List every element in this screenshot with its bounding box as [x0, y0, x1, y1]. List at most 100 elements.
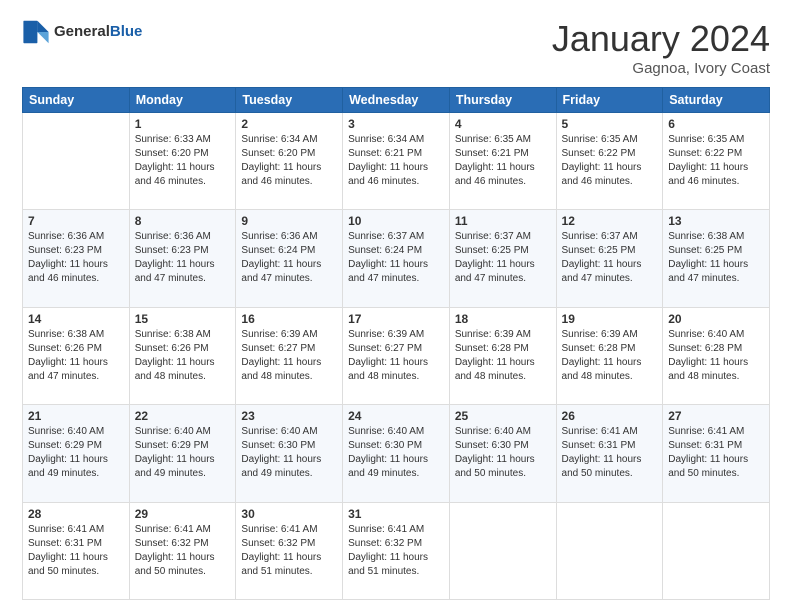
day-number: 8 — [135, 214, 231, 228]
day-number: 15 — [135, 312, 231, 326]
logo-text: GeneralBlue — [54, 23, 142, 41]
day-info: Sunrise: 6:36 AM Sunset: 6:24 PM Dayligh… — [241, 230, 337, 286]
day-number: 26 — [562, 409, 658, 423]
day-info: Sunrise: 6:40 AM Sunset: 6:29 PM Dayligh… — [28, 425, 124, 481]
day-number: 28 — [28, 507, 124, 521]
day-number: 25 — [455, 409, 551, 423]
calendar-table: Sunday Monday Tuesday Wednesday Thursday… — [22, 87, 770, 600]
calendar-cell: 25 Sunrise: 6:40 AM Sunset: 6:30 PM Dayli… — [449, 405, 556, 502]
day-number: 14 — [28, 312, 124, 326]
day-info: Sunrise: 6:41 AM Sunset: 6:31 PM Dayligh… — [562, 425, 658, 481]
weekday-thursday: Thursday — [449, 88, 556, 113]
calendar-cell: 30 Sunrise: 6:41 AM Sunset: 6:32 PM Dayli… — [236, 502, 343, 599]
day-info: Sunrise: 6:40 AM Sunset: 6:30 PM Dayligh… — [455, 425, 551, 481]
calendar-cell: 27Sunrise: 6:41 AM Sunset: 6:31 PM Dayli… — [663, 405, 770, 502]
day-number: 31 — [348, 507, 444, 521]
day-number: 1 — [135, 117, 231, 131]
weekday-header-row: Sunday Monday Tuesday Wednesday Thursday… — [23, 88, 770, 113]
week-row-4: 28 Sunrise: 6:41 AM Sunset: 6:31 PM Dayli… — [23, 502, 770, 599]
logo-icon — [22, 18, 50, 46]
calendar-cell: 7 Sunrise: 6:36 AM Sunset: 6:23 PM Daylig… — [23, 210, 130, 307]
day-info: Sunrise: 6:34 AM Sunset: 6:20 PM Dayligh… — [241, 133, 337, 189]
weekday-sunday: Sunday — [23, 88, 130, 113]
calendar-cell: 12Sunrise: 6:37 AM Sunset: 6:25 PM Dayli… — [556, 210, 663, 307]
calendar-cell: 11Sunrise: 6:37 AM Sunset: 6:25 PM Dayli… — [449, 210, 556, 307]
day-number: 4 — [455, 117, 551, 131]
day-info: Sunrise: 6:36 AM Sunset: 6:23 PM Dayligh… — [135, 230, 231, 286]
day-number: 13 — [668, 214, 764, 228]
day-number: 29 — [135, 507, 231, 521]
calendar-cell: 6Sunrise: 6:35 AM Sunset: 6:22 PM Daylig… — [663, 113, 770, 210]
day-number: 9 — [241, 214, 337, 228]
calendar-cell: 15 Sunrise: 6:38 AM Sunset: 6:26 PM Dayli… — [129, 307, 236, 404]
calendar-cell: 3Sunrise: 6:34 AM Sunset: 6:21 PM Daylig… — [343, 113, 450, 210]
day-info: Sunrise: 6:38 AM Sunset: 6:26 PM Dayligh… — [28, 328, 124, 384]
day-number: 11 — [455, 214, 551, 228]
day-info: Sunrise: 6:40 AM Sunset: 6:28 PM Dayligh… — [668, 328, 764, 384]
day-number: 7 — [28, 214, 124, 228]
day-number: 18 — [455, 312, 551, 326]
day-info: Sunrise: 6:41 AM Sunset: 6:32 PM Dayligh… — [135, 523, 231, 579]
calendar-cell: 24 Sunrise: 6:40 AM Sunset: 6:30 PM Dayli… — [343, 405, 450, 502]
day-info: Sunrise: 6:38 AM Sunset: 6:26 PM Dayligh… — [135, 328, 231, 384]
logo-general: General — [54, 23, 110, 40]
calendar-cell: 9 Sunrise: 6:36 AM Sunset: 6:24 PM Daylig… — [236, 210, 343, 307]
calendar-cell: 2 Sunrise: 6:34 AM Sunset: 6:20 PM Daylig… — [236, 113, 343, 210]
day-number: 16 — [241, 312, 337, 326]
calendar-cell: 29 Sunrise: 6:41 AM Sunset: 6:32 PM Dayli… — [129, 502, 236, 599]
day-info: Sunrise: 6:41 AM Sunset: 6:32 PM Dayligh… — [241, 523, 337, 579]
calendar-cell: 31 Sunrise: 6:41 AM Sunset: 6:32 PM Dayli… — [343, 502, 450, 599]
day-info: Sunrise: 6:39 AM Sunset: 6:27 PM Dayligh… — [241, 328, 337, 384]
calendar-cell: 4 Sunrise: 6:35 AM Sunset: 6:21 PM Daylig… — [449, 113, 556, 210]
logo-blue: Blue — [110, 23, 143, 40]
title-location: Gagnoa, Ivory Coast — [552, 60, 770, 77]
day-info: Sunrise: 6:36 AM Sunset: 6:23 PM Dayligh… — [28, 230, 124, 286]
weekday-friday: Friday — [556, 88, 663, 113]
day-info: Sunrise: 6:33 AM Sunset: 6:20 PM Dayligh… — [135, 133, 231, 189]
day-number: 20 — [668, 312, 764, 326]
week-row-2: 14 Sunrise: 6:38 AM Sunset: 6:26 PM Dayli… — [23, 307, 770, 404]
calendar-cell: 26 Sunrise: 6:41 AM Sunset: 6:31 PM Dayli… — [556, 405, 663, 502]
calendar-cell: 14 Sunrise: 6:38 AM Sunset: 6:26 PM Dayli… — [23, 307, 130, 404]
day-number: 22 — [135, 409, 231, 423]
day-number: 2 — [241, 117, 337, 131]
day-info: Sunrise: 6:41 AM Sunset: 6:31 PM Dayligh… — [28, 523, 124, 579]
day-number: 19 — [562, 312, 658, 326]
title-month: January 2024 — [552, 18, 770, 60]
day-number: 24 — [348, 409, 444, 423]
calendar-cell — [449, 502, 556, 599]
day-number: 21 — [28, 409, 124, 423]
day-info: Sunrise: 6:38 AM Sunset: 6:25 PM Dayligh… — [668, 230, 764, 286]
day-number: 10 — [348, 214, 444, 228]
weekday-monday: Monday — [129, 88, 236, 113]
day-info: Sunrise: 6:35 AM Sunset: 6:22 PM Dayligh… — [668, 133, 764, 189]
calendar-cell: 13 Sunrise: 6:38 AM Sunset: 6:25 PM Dayli… — [663, 210, 770, 307]
calendar-cell: 8 Sunrise: 6:36 AM Sunset: 6:23 PM Daylig… — [129, 210, 236, 307]
week-row-3: 21 Sunrise: 6:40 AM Sunset: 6:29 PM Dayli… — [23, 405, 770, 502]
calendar-cell: 18Sunrise: 6:39 AM Sunset: 6:28 PM Dayli… — [449, 307, 556, 404]
calendar-cell: 22 Sunrise: 6:40 AM Sunset: 6:29 PM Dayli… — [129, 405, 236, 502]
day-number: 17 — [348, 312, 444, 326]
calendar-cell: 1 Sunrise: 6:33 AM Sunset: 6:20 PM Daylig… — [129, 113, 236, 210]
calendar-cell: 17Sunrise: 6:39 AM Sunset: 6:27 PM Dayli… — [343, 307, 450, 404]
header: GeneralBlue January 2024 Gagnoa, Ivory C… — [22, 18, 770, 77]
day-number: 30 — [241, 507, 337, 521]
calendar-cell: 19Sunrise: 6:39 AM Sunset: 6:28 PM Dayli… — [556, 307, 663, 404]
day-info: Sunrise: 6:41 AM Sunset: 6:32 PM Dayligh… — [348, 523, 444, 579]
calendar-cell: 23 Sunrise: 6:40 AM Sunset: 6:30 PM Dayli… — [236, 405, 343, 502]
day-info: Sunrise: 6:35 AM Sunset: 6:22 PM Dayligh… — [562, 133, 658, 189]
day-info: Sunrise: 6:37 AM Sunset: 6:25 PM Dayligh… — [562, 230, 658, 286]
weekday-tuesday: Tuesday — [236, 88, 343, 113]
day-info: Sunrise: 6:40 AM Sunset: 6:29 PM Dayligh… — [135, 425, 231, 481]
day-info: Sunrise: 6:40 AM Sunset: 6:30 PM Dayligh… — [241, 425, 337, 481]
day-number: 23 — [241, 409, 337, 423]
day-info: Sunrise: 6:35 AM Sunset: 6:21 PM Dayligh… — [455, 133, 551, 189]
week-row-1: 7 Sunrise: 6:36 AM Sunset: 6:23 PM Daylig… — [23, 210, 770, 307]
weekday-saturday: Saturday — [663, 88, 770, 113]
page: GeneralBlue January 2024 Gagnoa, Ivory C… — [0, 0, 792, 612]
week-row-0: 1 Sunrise: 6:33 AM Sunset: 6:20 PM Daylig… — [23, 113, 770, 210]
day-number: 3 — [348, 117, 444, 131]
calendar-cell — [556, 502, 663, 599]
day-info: Sunrise: 6:40 AM Sunset: 6:30 PM Dayligh… — [348, 425, 444, 481]
day-number: 5 — [562, 117, 658, 131]
